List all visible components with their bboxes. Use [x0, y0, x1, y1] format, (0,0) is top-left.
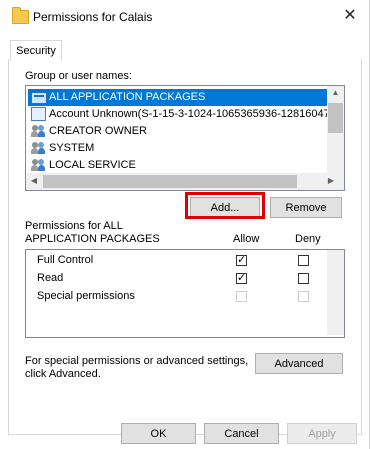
perm-special-allow-checkbox: [236, 291, 247, 302]
vertical-scrollbar[interactable]: ▲: [327, 86, 344, 173]
perm-special-deny-checkbox: [298, 291, 309, 302]
scroll-right-icon[interactable]: ▶: [326, 176, 336, 185]
list-item-label: CREATOR OWNER: [49, 125, 147, 137]
list-item-label: ALL APPLICATION PACKAGES: [49, 91, 206, 103]
users-icon: [31, 124, 47, 138]
permissions-title-line2: APPLICATION PACKAGES: [25, 233, 160, 245]
list-item-label: LOCAL SERVICE: [49, 159, 136, 171]
horizontal-scrollbar[interactable]: ◀ ▶: [26, 173, 344, 190]
close-button[interactable]: ✕: [338, 4, 362, 28]
perm-read-allow-checkbox[interactable]: [236, 271, 247, 284]
package-icon: [31, 92, 47, 104]
allow-header: Allow: [233, 233, 260, 245]
highlight-frame: [185, 192, 265, 219]
vertical-scroll-thumb[interactable]: [328, 103, 343, 133]
unknown-account-icon: [31, 107, 46, 121]
advanced-note: For special permissions or advanced sett…: [25, 355, 249, 367]
users-icon: [31, 158, 47, 172]
scroll-up-icon[interactable]: ▲: [327, 88, 344, 97]
permissions-title: Permissions for ALL: [25, 220, 123, 232]
title-bar: Permissions for Calais ✕: [0, 0, 369, 34]
perm-special-label: Special permissions: [37, 290, 135, 302]
permissions-list: Full Control Read Special permissions: [25, 249, 345, 338]
list-item-label: Account Unknown(S-1-15-3-1024-1065365936…: [49, 108, 336, 120]
perm-full-control-label: Full Control: [37, 254, 94, 266]
perm-full-control-allow-checkbox[interactable]: [236, 253, 247, 266]
group-names-label: Group or user names:: [25, 70, 132, 82]
tab-security[interactable]: Security: [10, 40, 62, 61]
perm-full-control-deny-checkbox[interactable]: [298, 255, 309, 266]
permissions-scrollbar[interactable]: [327, 250, 344, 335]
folder-icon: [12, 7, 29, 24]
group-user-list[interactable]: ALL APPLICATION PACKAGES Account Unknown…: [25, 85, 345, 191]
advanced-note-line2: click Advanced.: [25, 368, 101, 380]
deny-header: Deny: [295, 233, 321, 245]
list-item[interactable]: ALL APPLICATION PACKAGES: [28, 89, 328, 106]
users-icon: [31, 141, 47, 155]
remove-button[interactable]: Remove: [270, 197, 342, 218]
scroll-left-icon[interactable]: ◀: [29, 176, 39, 185]
window-title: Permissions for Calais: [33, 10, 153, 24]
ok-button[interactable]: OK: [121, 423, 196, 444]
horizontal-scroll-thumb[interactable]: [43, 175, 297, 188]
apply-button: Apply: [287, 423, 357, 444]
advanced-button[interactable]: Advanced: [255, 353, 343, 374]
cancel-button[interactable]: Cancel: [204, 423, 279, 444]
list-item-label: SYSTEM: [49, 142, 95, 154]
perm-read-label: Read: [37, 272, 64, 284]
permissions-dialog: Permissions for Calais ✕ Security Group …: [0, 0, 370, 449]
perm-read-deny-checkbox[interactable]: [298, 273, 309, 284]
